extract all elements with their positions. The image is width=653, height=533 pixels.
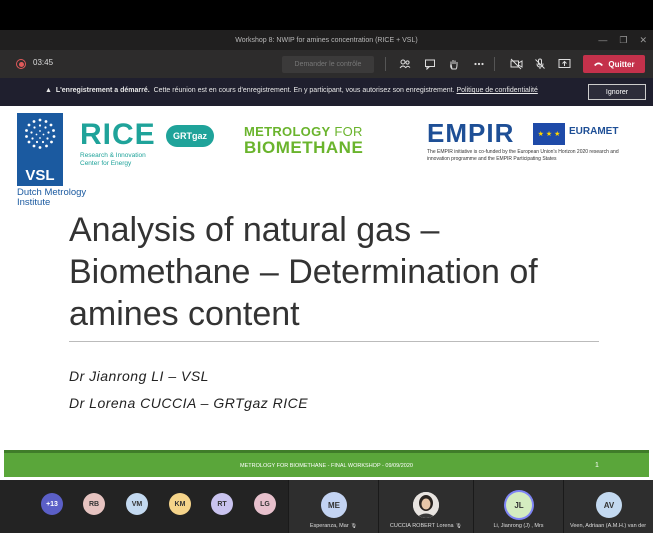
close-icon[interactable]: ✕	[639, 35, 647, 46]
hang-up-icon	[594, 62, 604, 66]
participant-tile[interactable]: JL Li, Jianrong (J) , Mrs	[473, 480, 563, 533]
participant-avatar[interactable]: LG	[254, 493, 276, 515]
toolbar-divider	[494, 57, 495, 71]
participant-avatar[interactable]: KM	[169, 493, 191, 515]
quit-label: Quitter	[608, 59, 635, 69]
minimize-icon[interactable]: —	[598, 35, 607, 45]
more-participants-badge[interactable]: +13	[41, 493, 63, 515]
top-black-strip	[0, 0, 653, 30]
mic-off-icon[interactable]	[533, 57, 547, 71]
mfb-line1-bold: METROLOGY	[244, 124, 331, 139]
toolbar-divider	[385, 57, 386, 71]
mic-off-icon: 🎙	[455, 523, 463, 529]
participant-name-text: Esperanza, Mar	[309, 523, 349, 529]
banner-bold-text: L'enregistrement a démarré.	[55, 87, 150, 94]
participant-avatar: JL	[506, 492, 532, 518]
slide-title: Analysis of natural gas – Biomethane – D…	[69, 211, 538, 333]
rice-logo: RICE GRTgaz Research & Innovation Center…	[80, 118, 214, 167]
mfb-line2: BIOMETHANE	[244, 138, 364, 157]
slide-number: 1	[595, 462, 599, 469]
window-controls: — ❐ ✕	[598, 30, 647, 50]
euramet-label: EURAMET	[569, 126, 619, 137]
recording-icon	[16, 59, 26, 69]
mfb-line1-normal: FOR	[330, 124, 363, 139]
more-options-icon[interactable]	[472, 57, 486, 71]
participant-avatar: AV	[596, 492, 622, 518]
participant-name: Veen, Adriaan (A.M.H.) van der	[570, 523, 647, 529]
participant-name-text: CUCCIA ROBERT Lorena	[389, 523, 454, 529]
raise-hand-icon[interactable]	[447, 57, 461, 71]
participant-avatar[interactable]: RT	[211, 493, 233, 515]
grtgaz-badge: GRTgaz	[166, 125, 214, 147]
footer-text: METROLOGY FOR BIOMETHANE - FINAL WORKSHO…	[240, 463, 413, 469]
quit-button[interactable]: Quitter	[583, 55, 645, 73]
vsl-logo-box: VSL	[17, 113, 63, 186]
vsl-dots-icon	[25, 118, 56, 149]
vsl-subtitle: Dutch Metrology Institute	[17, 187, 87, 208]
vsl-label: VSL	[25, 167, 55, 184]
chat-icon[interactable]	[423, 57, 437, 71]
slide-footer: METROLOGY FOR BIOMETHANE - FINAL WORKSHO…	[4, 450, 649, 477]
participant-avatar[interactable]: VM	[126, 493, 148, 515]
author-2: Dr Lorena CUCCIA – GRTgaz RICE	[69, 395, 309, 411]
participant-avatar[interactable]: RB	[83, 493, 105, 515]
meeting-timer: 03:45	[33, 58, 54, 67]
person-icon	[413, 492, 439, 518]
participant-photo	[413, 492, 439, 518]
empir-subtitle: The EMPIR initiative is co-funded by the…	[427, 149, 619, 162]
ignore-button[interactable]: Ignorer	[588, 84, 646, 100]
meeting-toolbar: 03:45 Demander le contrôle Quitter	[0, 50, 653, 78]
participant-name: Esperanza, Mar 🎙	[289, 523, 378, 529]
empir-logo: EMPIR ★ ★ ★ EURAMET The EMPIR initiative…	[427, 120, 627, 162]
rice-subtitle-1: Research & Innovation	[80, 152, 146, 159]
participant-tile[interactable]: ME Esperanza, Mar 🎙	[288, 480, 378, 533]
window-title: Workshop 8: NWIP for amines concentratio…	[235, 36, 418, 44]
participants-icon[interactable]	[398, 57, 412, 71]
camera-off-icon[interactable]	[509, 57, 523, 71]
participants-bar: +13 RB VM KM RT LG ME Esperanza, Mar 🎙 C…	[0, 480, 653, 533]
title-divider	[69, 341, 599, 342]
maximize-icon[interactable]: ❐	[619, 35, 627, 46]
participant-tile[interactable]: CUCCIA ROBERT Lorena 🎙	[378, 480, 473, 533]
mfb-line1: METROLOGY FOR	[244, 124, 363, 139]
eu-flag-icon: ★ ★ ★	[533, 123, 565, 145]
author-1: Dr Jianrong LI – VSL	[69, 368, 209, 384]
banner-message: ▲ L'enregistrement a démarré. Cette réun…	[45, 87, 538, 94]
shared-slide: VSL Dutch Metrology Institute RICE GRTga…	[4, 106, 649, 480]
participant-name: Li, Jianrong (J) , Mrs	[493, 523, 544, 529]
request-control-button[interactable]: Demander le contrôle	[282, 56, 374, 73]
mic-off-icon: 🎙	[350, 523, 358, 529]
rice-subtitle-2: Center for Energy	[80, 159, 132, 167]
share-screen-icon[interactable]	[557, 57, 571, 71]
participant-tile[interactable]: AV Veen, Adriaan (A.M.H.) van der	[563, 480, 653, 533]
participant-name: CUCCIA ROBERT Lorena 🎙	[379, 523, 473, 529]
participant-avatar: ME	[321, 492, 347, 518]
window-title-bar: Workshop 8: NWIP for amines concentratio…	[0, 30, 653, 50]
warning-icon: ▲	[45, 87, 52, 94]
privacy-policy-link[interactable]: Politique de confidentialité	[457, 87, 538, 94]
rice-word: RICE	[80, 118, 156, 151]
recording-banner: ▲ L'enregistrement a démarré. Cette réun…	[0, 78, 653, 106]
metrology-for-biomethane-logo: METROLOGY FOR BIOMETHANE	[244, 124, 363, 156]
banner-text: Cette réunion est en cours d'enregistrem…	[153, 87, 455, 94]
